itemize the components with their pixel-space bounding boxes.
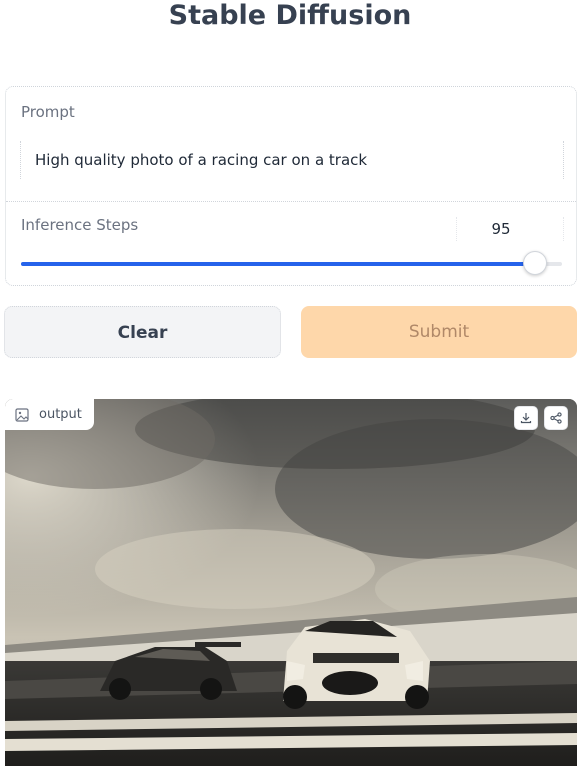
- output-label: output: [39, 407, 82, 422]
- output-panel: output: [5, 399, 577, 766]
- prompt-input[interactable]: High quality photo of a racing car on a …: [20, 141, 564, 179]
- share-icon: [550, 412, 562, 424]
- download-button[interactable]: [514, 406, 538, 430]
- page-title: Stable Diffusion: [168, 0, 412, 31]
- steps-label: Inference Steps: [21, 216, 139, 234]
- steps-slider-thumb[interactable]: [522, 251, 547, 275]
- image-icon: [15, 407, 29, 422]
- generated-image: [5, 399, 577, 766]
- prompt-input-value[interactable]: High quality photo of a racing car on a …: [35, 151, 367, 169]
- steps-slider[interactable]: [21, 251, 562, 275]
- divider: [6, 201, 576, 202]
- steps-number-input[interactable]: 95: [456, 217, 564, 241]
- steps-slider-fill: [21, 262, 535, 266]
- output-label-tab: output: [5, 399, 94, 430]
- submit-button[interactable]: Submit: [301, 306, 577, 358]
- input-panel: Prompt High quality photo of a racing ca…: [5, 86, 577, 286]
- share-button[interactable]: [544, 406, 568, 430]
- download-icon: [520, 413, 532, 424]
- app-page: Stable Diffusion Prompt High quality pho…: [0, 0, 580, 766]
- race-car-front: [283, 619, 430, 709]
- clear-button[interactable]: Clear: [4, 306, 281, 358]
- steps-value[interactable]: 95: [457, 220, 545, 238]
- prompt-label: Prompt: [21, 103, 75, 121]
